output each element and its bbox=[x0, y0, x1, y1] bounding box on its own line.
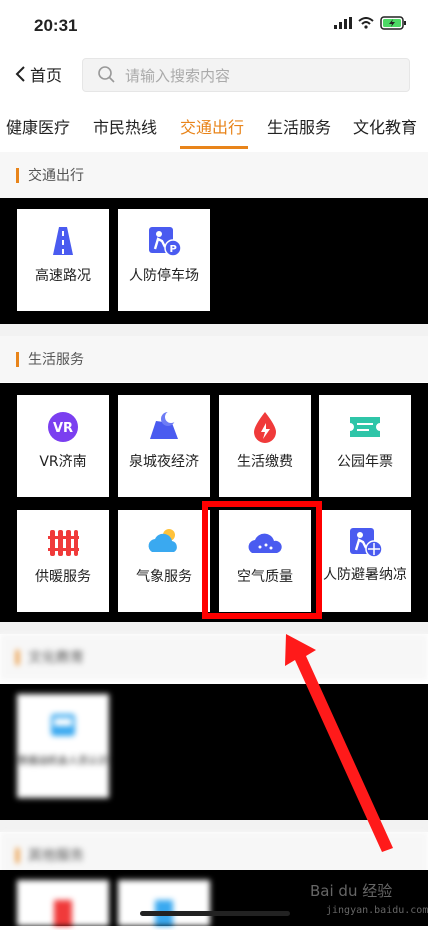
home-indicator[interactable] bbox=[140, 911, 290, 916]
baidu-watermark-url: jingyan.baidu.com bbox=[326, 905, 428, 916]
annotation-arrow bbox=[285, 634, 393, 852]
baidu-watermark: Bai du 经验 bbox=[310, 882, 393, 900]
